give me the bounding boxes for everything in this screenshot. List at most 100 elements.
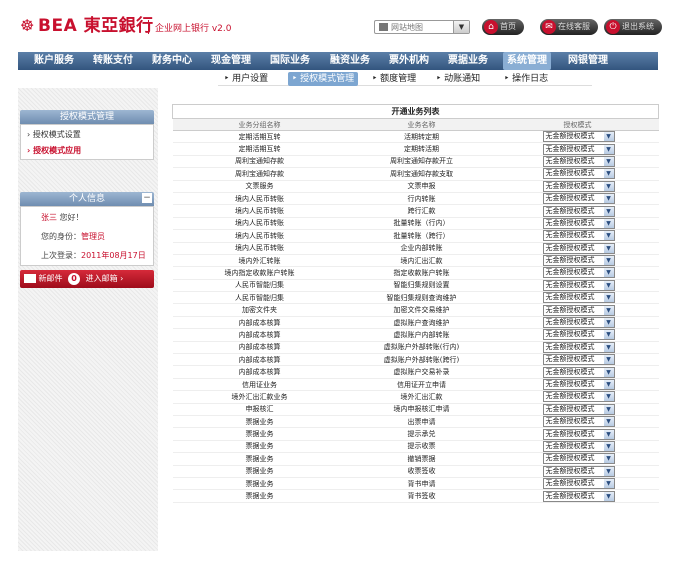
tab-user-settings[interactable]: ‣ 用户设置 [224, 72, 268, 86]
auth-mode-select[interactable]: 无金额授权模式 ▼ [542, 143, 615, 155]
business-cell: 虚拟账户外部转账(跨行) [346, 353, 497, 367]
auth-mode-select[interactable]: 无金额授权模式 ▼ [542, 317, 615, 328]
auth-mode-select[interactable]: 无金额授权模式 ▼ [542, 155, 615, 167]
auth-mode-select[interactable]: 无金额授权模式 ▼ [542, 465, 615, 477]
auth-mode-select[interactable]: 无金额授权模式 ▼ [542, 453, 615, 465]
chevron-down-icon[interactable]: ▼ [603, 169, 614, 179]
home-button[interactable]: ⌂ 首页 [482, 19, 524, 35]
auth-mode-select[interactable]: 无金额授权模式 ▼ [542, 341, 615, 353]
nav-item-ebank[interactable]: 网银管理 [568, 52, 608, 70]
chevron-down-icon[interactable]: ▼ [603, 132, 614, 142]
chevron-down-icon[interactable]: ▼ [603, 380, 614, 389]
auth-mode-select[interactable]: 无金额授权模式 ▼ [542, 366, 615, 378]
auth-mode-select[interactable]: 无金额授权模式 ▼ [542, 168, 615, 180]
auth-mode-select[interactable]: 无金额授权模式 ▼ [542, 329, 615, 341]
chevron-down-icon[interactable]: ▼ [603, 429, 614, 439]
online-service-button[interactable]: ✉ 在线客服 [540, 19, 598, 35]
chevron-down-icon[interactable]: ▼ [603, 256, 614, 266]
nav-item-bills[interactable]: 票据业务 [448, 52, 488, 70]
tab-notification[interactable]: ‣ 动账通知 [436, 72, 480, 86]
mode-cell: 无金额授权模式 ▼ [496, 390, 659, 404]
sidebar-item-auth-settings[interactable]: › 授权模式设置 [27, 129, 81, 140]
tab-oplog[interactable]: ‣ 操作日志 [504, 72, 548, 86]
table-row: 周利宝通知存款 周利宝通知存款开立 无金额授权模式 ▼ [172, 155, 659, 169]
chevron-down-icon[interactable]: ▼ [603, 491, 614, 501]
nav-item-cash[interactable]: 现金管理 [211, 52, 251, 70]
auth-mode-select[interactable]: 无金额授权模式 ▼ [542, 403, 615, 415]
chevron-down-icon[interactable]: ▼ [453, 21, 469, 33]
tab-limit[interactable]: ‣ 额度管理 [372, 72, 416, 86]
mode-cell: 无金额授权模式 ▼ [496, 341, 659, 355]
auth-mode-select[interactable]: 无金额授权模式 ▼ [542, 242, 615, 254]
chevron-down-icon[interactable]: ▼ [603, 417, 614, 427]
auth-mode-value: 无金额授权模式 [545, 342, 595, 351]
chevron-down-icon[interactable]: ▼ [603, 268, 614, 278]
sidebar-item-auth-apply[interactable]: › 授权模式应用 [27, 145, 81, 156]
nav-item-agencies[interactable]: 票外机构 [389, 52, 429, 70]
auth-mode-select[interactable]: 无金额授权模式 ▼ [542, 180, 615, 192]
nav-item-international[interactable]: 国际业务 [270, 52, 310, 70]
auth-mode-select[interactable]: 无金额授权模式 ▼ [542, 440, 615, 452]
auth-mode-select[interactable]: 无金额授权模式 ▼ [542, 217, 615, 229]
collapse-icon[interactable]: − [142, 193, 152, 203]
chevron-down-icon[interactable]: ▼ [603, 231, 614, 241]
chevron-down-icon[interactable]: ▼ [603, 466, 614, 476]
main-nav: 账户服务 转账支付 财务中心 现金管理 国际业务 融资业务 票外机构 票据业务 … [18, 52, 658, 70]
tab-auth-mode[interactable]: ‣ 授权模式管理 [288, 72, 359, 86]
mode-cell: 无金额授权模式 ▼ [496, 254, 659, 268]
auth-mode-select[interactable]: 无金额授权模式 ▼ [542, 292, 615, 303]
chevron-down-icon[interactable]: ▼ [603, 367, 614, 377]
chevron-down-icon[interactable]: ▼ [603, 392, 614, 402]
auth-mode-select[interactable]: 无金额授权模式 ▼ [542, 416, 615, 427]
site-map-select[interactable]: 网站地图 ▼ [374, 20, 470, 34]
chevron-down-icon[interactable]: ▼ [603, 404, 614, 414]
chevron-down-icon[interactable]: ▼ [603, 156, 614, 166]
enter-mailbox-link[interactable]: 进入邮箱 › [86, 274, 124, 283]
nav-item-system[interactable]: 系统管理 [503, 52, 551, 70]
auth-mode-select[interactable]: 无金额授权模式 ▼ [542, 267, 615, 279]
auth-mode-select[interactable]: 无金额授权模式 ▼ [542, 131, 615, 142]
auth-mode-select[interactable]: 无金额授权模式 ▼ [542, 354, 615, 365]
chevron-down-icon[interactable]: ▼ [603, 355, 614, 365]
auth-mode-select[interactable]: 无金额授权模式 ▼ [542, 391, 615, 403]
nav-item-finance[interactable]: 财务中心 [152, 52, 192, 70]
auth-mode-select[interactable]: 无金额授权模式 ▼ [542, 428, 615, 440]
chevron-down-icon[interactable]: ▼ [603, 181, 614, 191]
auth-mode-select[interactable]: 无金额授权模式 ▼ [542, 478, 615, 489]
auth-mode-select[interactable]: 无金额授权模式 ▼ [542, 230, 615, 241]
auth-mode-select[interactable]: 无金额授权模式 ▼ [542, 255, 615, 266]
auth-mode-select[interactable]: 无金额授权模式 ▼ [542, 490, 615, 502]
logout-button[interactable]: ⏻ 退出系统 [604, 19, 662, 35]
app-window: ☸ BEA 東亞銀行 企业网上银行 v2.0 网站地图 ▼ ⌂ 首页 ✉ 在线客… [18, 4, 662, 551]
chevron-down-icon[interactable]: ▼ [603, 441, 614, 451]
nav-item-transfer[interactable]: 转账支付 [93, 52, 133, 70]
auth-mode-value: 无金额授权模式 [545, 392, 595, 401]
auth-mode-select[interactable]: 无金额授权模式 ▼ [542, 193, 615, 204]
chevron-down-icon[interactable]: ▼ [603, 342, 614, 352]
nav-item-account[interactable]: 账户服务 [34, 52, 74, 70]
chevron-down-icon[interactable]: ▼ [603, 218, 614, 228]
chevron-down-icon[interactable]: ▼ [603, 293, 614, 303]
role-line: 您的身份：管理员 [41, 231, 105, 242]
chevron-down-icon[interactable]: ▼ [603, 206, 614, 216]
group-cell: 票据业务 [172, 465, 347, 478]
chevron-down-icon[interactable]: ▼ [603, 280, 614, 290]
chevron-down-icon[interactable]: ▼ [603, 305, 614, 315]
auth-mode-select[interactable]: 无金额授权模式 ▼ [542, 304, 615, 316]
chevron-down-icon[interactable]: ▼ [603, 243, 614, 253]
chevron-down-icon[interactable]: ▼ [603, 194, 614, 204]
auth-mode-value: 无金额授权模式 [545, 479, 595, 488]
nav-item-financing[interactable]: 融资业务 [330, 52, 370, 70]
business-cell: 背书签收 [346, 489, 497, 503]
chevron-down-icon[interactable]: ▼ [603, 454, 614, 464]
chevron-down-icon[interactable]: ▼ [603, 330, 614, 340]
chevron-down-icon[interactable]: ▼ [603, 479, 614, 489]
auth-mode-select[interactable]: 无金额授权模式 ▼ [542, 279, 615, 291]
chevron-down-icon[interactable]: ▼ [603, 318, 614, 328]
auth-mode-select[interactable]: 无金额授权模式 ▼ [542, 379, 615, 390]
business-cell: 批量转账（跨行） [346, 229, 497, 243]
auth-mode-select[interactable]: 无金额授权模式 ▼ [542, 205, 615, 217]
chevron-down-icon[interactable]: ▼ [603, 144, 614, 154]
group-cell: 票据业务 [172, 489, 347, 503]
table-row: 定期活期互转 活期转定期 无金额授权模式 ▼ [172, 130, 659, 144]
